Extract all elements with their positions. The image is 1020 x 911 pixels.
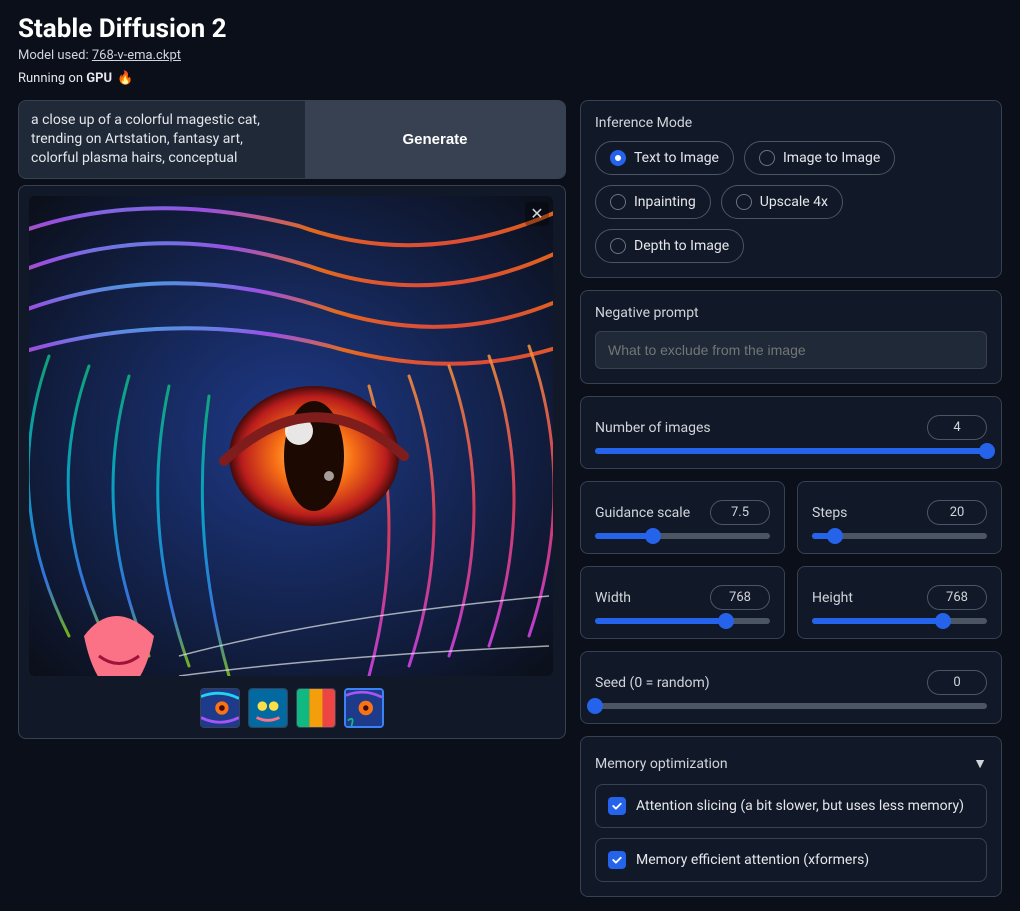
negative-prompt-label: Negative prompt xyxy=(595,305,987,321)
width-panel: Width 768 xyxy=(580,566,785,639)
negative-prompt-input[interactable] xyxy=(595,331,987,369)
seed-label: Seed (0 = random) xyxy=(595,675,710,691)
guidance-label: Guidance scale xyxy=(595,505,690,521)
output-image[interactable] xyxy=(29,196,553,676)
inference-mode-option[interactable]: Image to Image xyxy=(744,141,895,175)
inference-mode-option[interactable]: Depth to Image xyxy=(595,229,744,263)
inference-mode-option[interactable]: Upscale 4x xyxy=(721,185,843,219)
height-panel: Height 768 xyxy=(797,566,1002,639)
checkbox-icon xyxy=(608,797,626,815)
fire-icon: 🔥 xyxy=(117,71,133,86)
radio-icon xyxy=(610,194,626,210)
inference-mode-option[interactable]: Inpainting xyxy=(595,185,711,219)
radio-label: Upscale 4x xyxy=(760,194,828,210)
chevron-down-icon: ▼ xyxy=(973,755,987,772)
thumbnail-row xyxy=(200,688,384,728)
num-images-slider[interactable] xyxy=(595,448,987,454)
thumbnail-4[interactable] xyxy=(344,688,384,728)
height-slider[interactable] xyxy=(812,618,987,624)
radio-label: Text to Image xyxy=(634,150,719,166)
memory-checkbox-row[interactable]: Memory efficient attention (xformers) xyxy=(595,838,987,882)
memory-label: Memory optimization xyxy=(595,756,728,772)
radio-label: Image to Image xyxy=(783,150,880,166)
running-line: Running on GPU 🔥 xyxy=(18,71,1002,86)
radio-icon xyxy=(736,194,752,210)
guidance-slider[interactable] xyxy=(595,533,770,539)
steps-value[interactable]: 20 xyxy=(927,500,987,525)
steps-panel: Steps 20 xyxy=(797,481,1002,554)
guidance-panel: Guidance scale 7.5 xyxy=(580,481,785,554)
running-device: GPU xyxy=(86,71,112,86)
generate-button[interactable]: Generate xyxy=(305,101,565,178)
page-title: Stable Diffusion 2 xyxy=(18,14,1002,44)
checkbox-label: Attention slicing (a bit slower, but use… xyxy=(636,798,964,814)
thumbnail-3[interactable] xyxy=(296,688,336,728)
width-value[interactable]: 768 xyxy=(710,585,770,610)
inference-mode-label: Inference Mode xyxy=(595,115,987,131)
running-prefix: Running on xyxy=(18,71,86,86)
thumbnail-2[interactable] xyxy=(248,688,288,728)
model-used-line: Model used: 768-v-ema.ckpt xyxy=(18,48,1002,63)
radio-label: Inpainting xyxy=(634,194,696,210)
steps-label: Steps xyxy=(812,505,847,521)
radio-label: Depth to Image xyxy=(634,238,729,254)
height-value[interactable]: 768 xyxy=(927,585,987,610)
radio-icon xyxy=(610,150,626,166)
width-slider[interactable] xyxy=(595,618,770,624)
seed-panel: Seed (0 = random) 0 xyxy=(580,651,1002,724)
width-label: Width xyxy=(595,590,631,606)
radio-icon xyxy=(610,238,626,254)
seed-slider[interactable] xyxy=(595,703,987,709)
prompt-input[interactable] xyxy=(19,101,305,178)
num-images-label: Number of images xyxy=(595,420,711,436)
negative-prompt-panel: Negative prompt xyxy=(580,290,1002,384)
memory-panel: Memory optimization ▼ Attention slicing … xyxy=(580,736,1002,897)
seed-value[interactable]: 0 xyxy=(927,670,987,695)
prompt-row: Generate xyxy=(18,100,566,179)
model-used-prefix: Model used: xyxy=(18,48,92,63)
height-label: Height xyxy=(812,590,853,606)
guidance-value[interactable]: 7.5 xyxy=(710,500,770,525)
thumbnail-1[interactable] xyxy=(200,688,240,728)
model-link[interactable]: 768-v-ema.ckpt xyxy=(92,48,181,63)
checkbox-icon xyxy=(608,851,626,869)
checkbox-label: Memory efficient attention (xformers) xyxy=(636,852,869,868)
num-images-value[interactable]: 4 xyxy=(927,415,987,440)
steps-slider[interactable] xyxy=(812,533,987,539)
inference-mode-radio-group: Text to Image Image to Image Inpainting Ups… xyxy=(595,141,987,263)
close-icon[interactable]: ✕ xyxy=(525,202,549,226)
output-panel: ✕ xyxy=(18,185,566,739)
inference-mode-panel: Inference Mode Text to Image Image to Ima… xyxy=(580,100,1002,278)
memory-accordion-toggle[interactable]: Memory optimization ▼ xyxy=(595,751,987,774)
memory-checkbox-row[interactable]: Attention slicing (a bit slower, but use… xyxy=(595,784,987,828)
num-images-panel: Number of images 4 xyxy=(580,396,1002,469)
inference-mode-option[interactable]: Text to Image xyxy=(595,141,734,175)
radio-icon xyxy=(759,150,775,166)
